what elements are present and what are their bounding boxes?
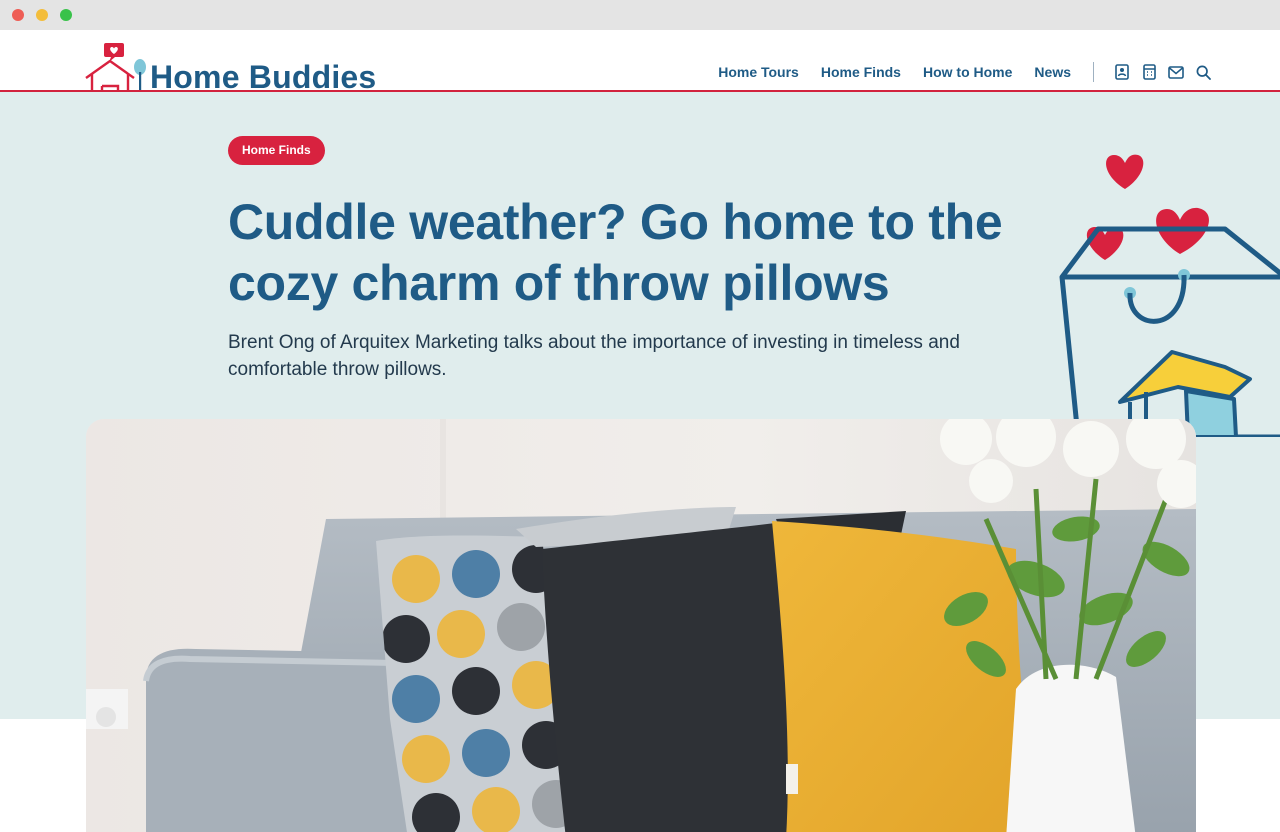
nav-how-to-home[interactable]: How to Home: [923, 64, 1012, 80]
nav-divider: [1093, 62, 1094, 82]
minimize-window-button[interactable]: [36, 9, 48, 21]
contact-card-icon[interactable]: [1113, 63, 1131, 81]
category-badge[interactable]: Home Finds: [228, 136, 325, 165]
nav-home-finds[interactable]: Home Finds: [821, 64, 901, 80]
site-logo[interactable]: Home Buddies: [84, 40, 424, 92]
heart-icon: [1086, 227, 1124, 260]
main-nav: Home Tours Home Finds How to Home News: [696, 62, 1212, 82]
article-title: Cuddle weather? Go home to the cozy char…: [228, 194, 1003, 311]
shopping-bag-hearts-illustration: [1059, 154, 1280, 437]
nav-news[interactable]: News: [1034, 64, 1071, 80]
maximize-window-button[interactable]: [60, 9, 72, 21]
calendar-icon[interactable]: [1140, 63, 1158, 81]
site-header: Home Buddies Home Tours Home Finds How t…: [0, 30, 1280, 92]
search-icon[interactable]: [1194, 63, 1212, 81]
hero-photo: [86, 419, 1196, 832]
sofa-with-throw-pillows-photo: [86, 419, 1196, 832]
browser-titlebar: [0, 0, 1280, 30]
nav-home-tours[interactable]: Home Tours: [718, 64, 799, 80]
site-name: Home Buddies: [150, 59, 377, 92]
close-window-button[interactable]: [12, 9, 24, 21]
mail-icon[interactable]: [1167, 63, 1185, 81]
heart-icon: [1106, 154, 1144, 189]
house-heart-logo-icon: [85, 43, 146, 90]
article-summary: Brent Ong of Arquitex Marketing talks ab…: [228, 332, 960, 380]
